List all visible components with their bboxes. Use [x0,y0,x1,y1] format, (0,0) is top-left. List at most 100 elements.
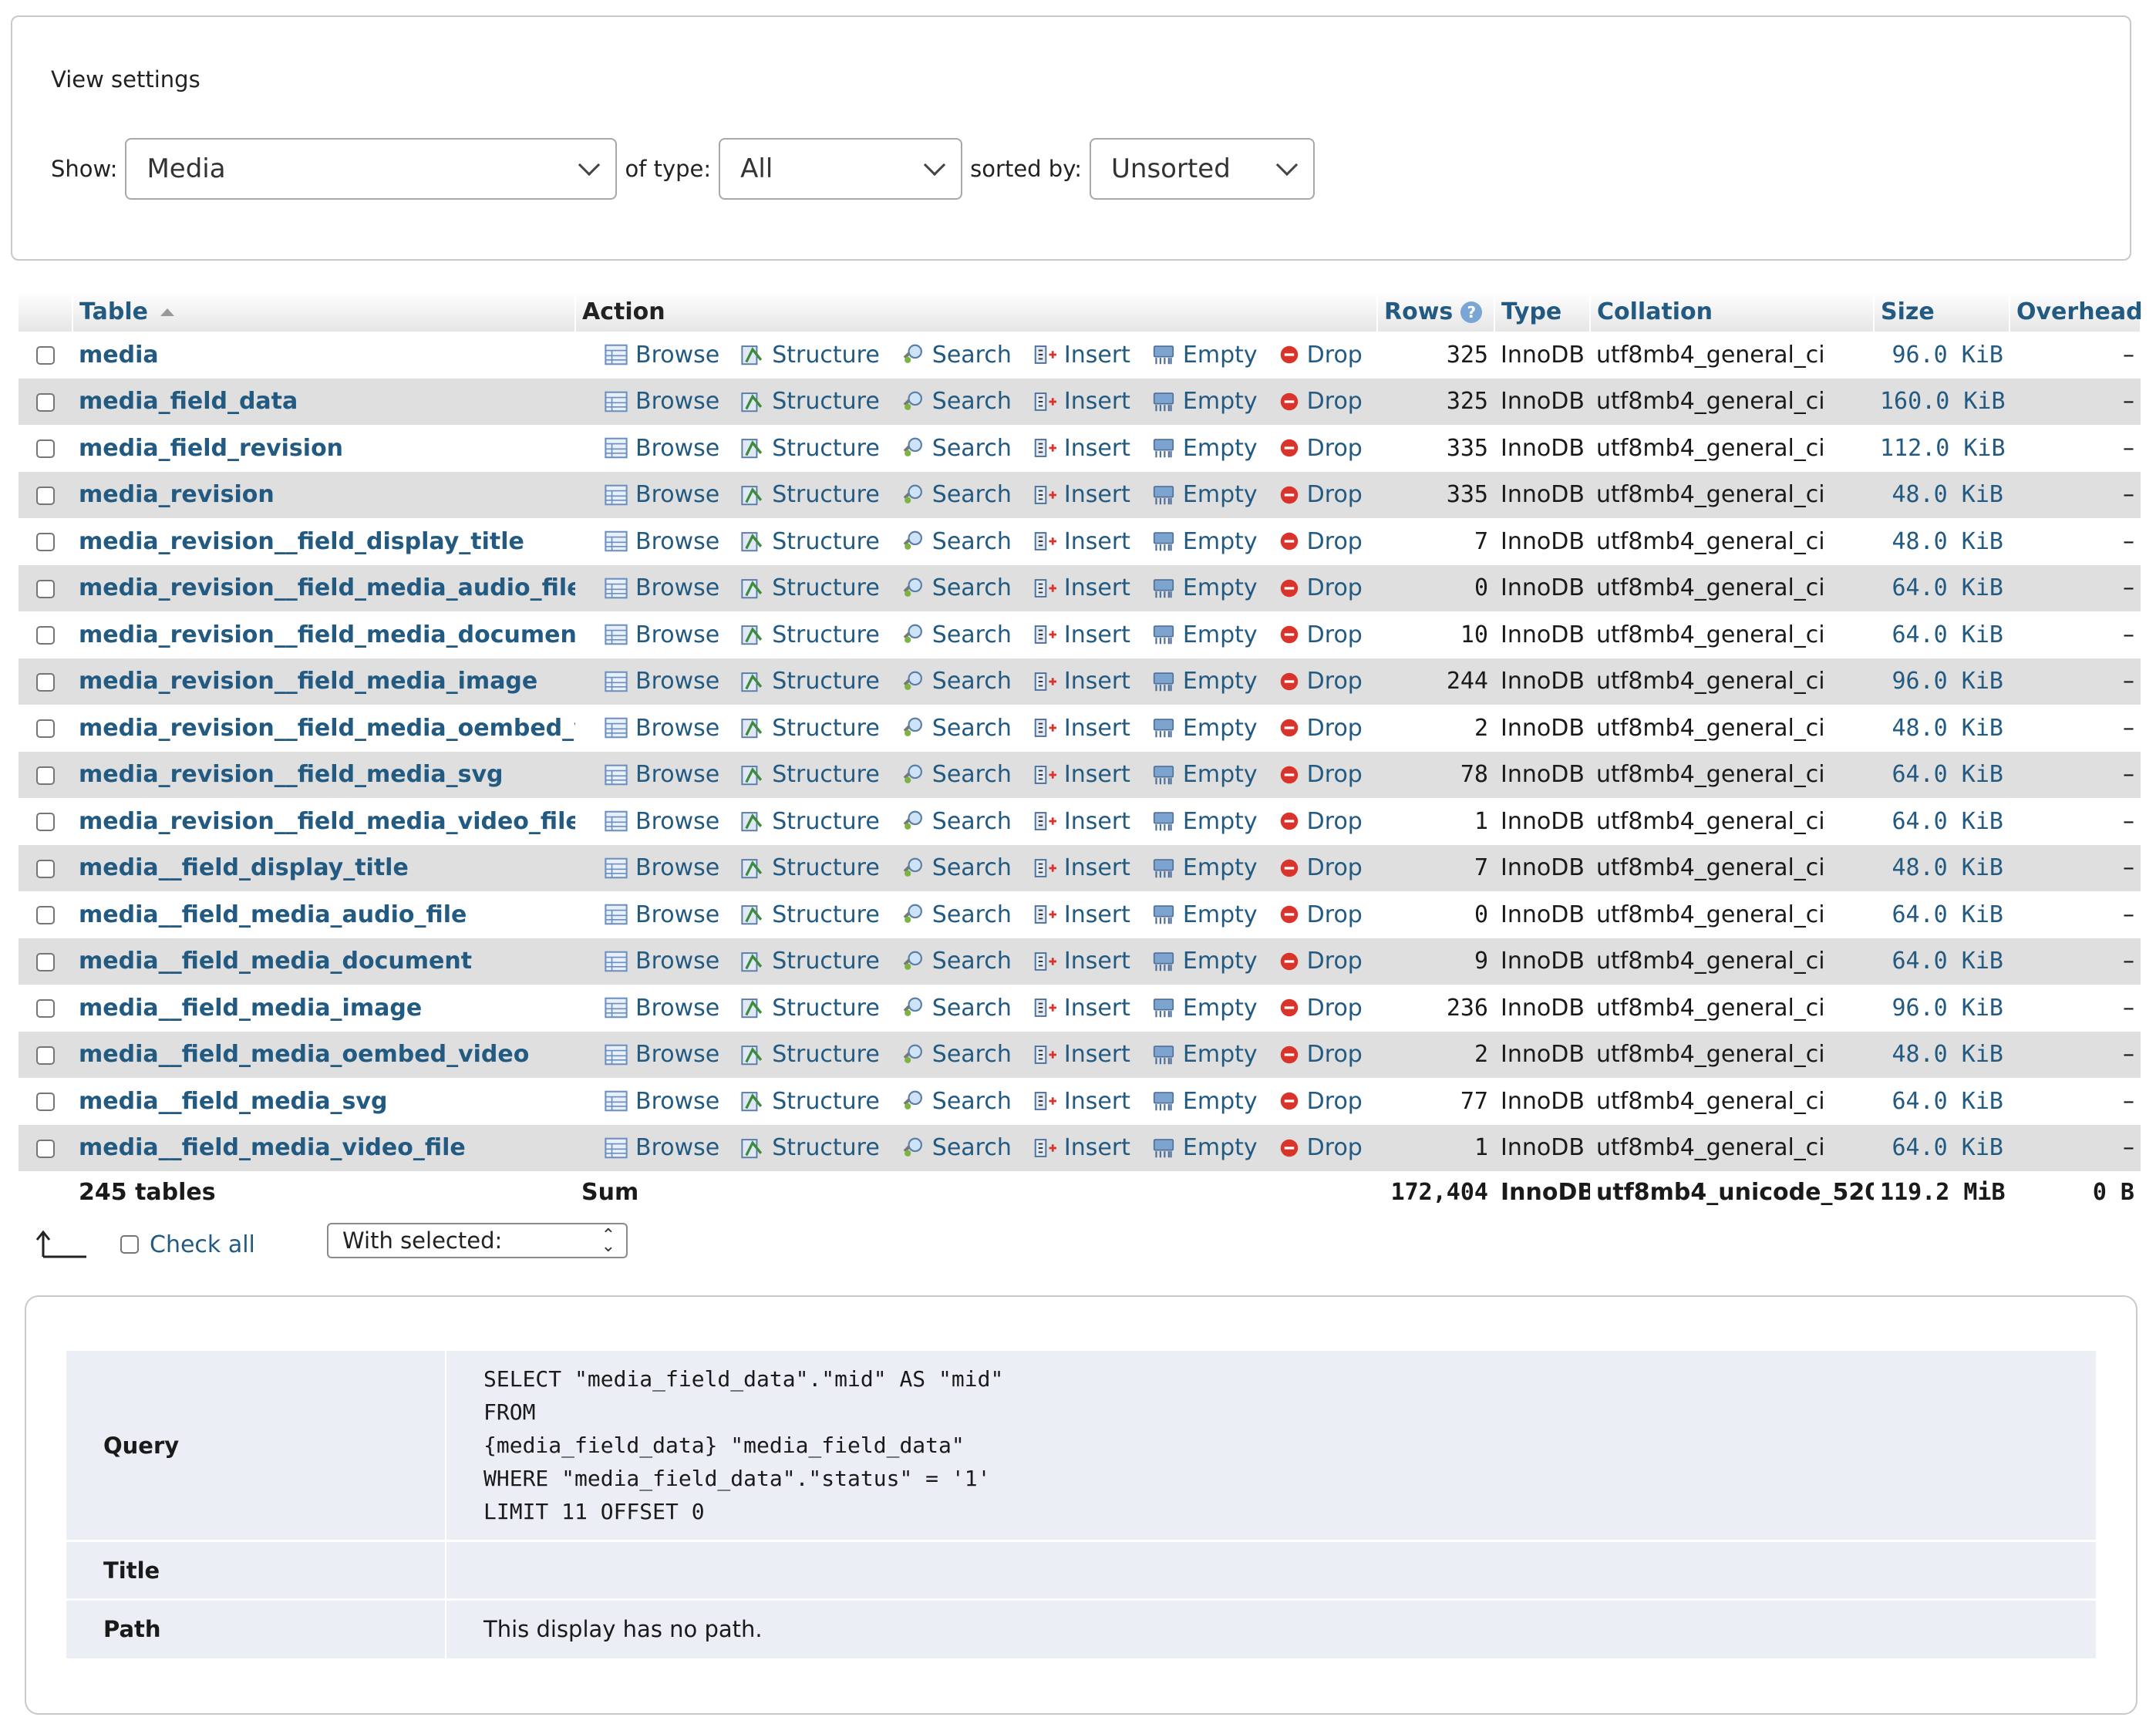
search-action[interactable]: Search [900,435,1012,462]
row-checkbox[interactable] [36,486,55,505]
table-name-link[interactable]: media_revision__field_media_image [79,668,537,695]
browse-action[interactable]: Browse [603,388,719,415]
with-selected-select[interactable]: With selected: ⌃ ⌄ [327,1223,628,1258]
browse-action[interactable]: Browse [603,995,719,1022]
insert-action[interactable]: Insert [1032,668,1130,695]
header-size[interactable]: Size [1874,291,2010,332]
row-checkbox[interactable] [36,392,55,412]
drop-action[interactable]: Drop [1278,668,1363,695]
drop-action[interactable]: Drop [1278,342,1363,369]
structure-action[interactable]: Structure [739,342,880,369]
empty-action[interactable]: Empty [1150,481,1258,508]
help-icon[interactable]: ? [1460,301,1483,323]
browse-action[interactable]: Browse [603,528,719,555]
empty-action[interactable]: Empty [1150,574,1258,601]
structure-action[interactable]: Structure [739,388,880,415]
search-action[interactable]: Search [900,668,1012,695]
insert-action[interactable]: Insert [1032,435,1130,462]
row-size[interactable]: 48.0 KiB [1874,1031,2009,1078]
row-checkbox[interactable] [36,813,55,832]
insert-action[interactable]: Insert [1032,761,1130,788]
table-name-link[interactable]: media__field_media_image [79,995,422,1022]
row-size[interactable]: 64.0 KiB [1874,751,2009,798]
structure-action[interactable]: Structure [739,668,880,695]
insert-action[interactable]: Insert [1032,1134,1130,1161]
search-action[interactable]: Search [900,528,1012,555]
empty-action[interactable]: Empty [1150,761,1258,788]
table-name-link[interactable]: media_field_data [79,388,298,415]
drop-action[interactable]: Drop [1278,528,1363,555]
insert-action[interactable]: Insert [1032,528,1130,555]
row-size[interactable]: 96.0 KiB [1874,332,2009,379]
row-size[interactable]: 48.0 KiB [1874,705,2009,752]
structure-action[interactable]: Structure [739,435,880,462]
search-action[interactable]: Search [900,1134,1012,1161]
insert-action[interactable]: Insert [1032,808,1130,835]
table-name-link[interactable]: media_field_revision [79,435,343,462]
table-name-link[interactable]: media_revision [79,481,275,508]
search-action[interactable]: Search [900,995,1012,1022]
drop-action[interactable]: Drop [1278,481,1363,508]
header-rows[interactable]: Rows? [1377,291,1495,332]
browse-action[interactable]: Browse [603,715,719,742]
structure-action[interactable]: Structure [739,1134,880,1161]
browse-action[interactable]: Browse [603,435,719,462]
insert-action[interactable]: Insert [1032,342,1130,369]
empty-action[interactable]: Empty [1150,948,1258,975]
row-checkbox[interactable] [36,533,55,552]
search-action[interactable]: Search [900,808,1012,835]
search-action[interactable]: Search [900,948,1012,975]
structure-action[interactable]: Structure [739,948,880,975]
drop-action[interactable]: Drop [1278,388,1363,415]
table-name-link[interactable]: media_revision__field_media_audio_file [79,574,575,601]
structure-action[interactable]: Structure [739,761,880,788]
row-size[interactable]: 64.0 KiB [1874,938,2009,985]
empty-action[interactable]: Empty [1150,1088,1258,1115]
drop-action[interactable]: Drop [1278,715,1363,742]
insert-action[interactable]: Insert [1032,1041,1130,1068]
browse-action[interactable]: Browse [603,901,719,928]
row-checkbox[interactable] [36,766,55,785]
table-name-link[interactable]: media__field_media_svg [79,1088,387,1115]
browse-action[interactable]: Browse [603,574,719,601]
row-checkbox[interactable] [36,439,55,459]
row-checkbox[interactable] [36,672,55,692]
drop-action[interactable]: Drop [1278,1088,1363,1115]
row-size[interactable]: 64.0 KiB [1874,891,2009,938]
structure-action[interactable]: Structure [739,715,880,742]
row-checkbox[interactable] [36,626,55,645]
browse-action[interactable]: Browse [603,948,719,975]
empty-action[interactable]: Empty [1150,901,1258,928]
insert-action[interactable]: Insert [1032,574,1130,601]
browse-action[interactable]: Browse [603,1041,719,1068]
row-size[interactable]: 64.0 KiB [1874,564,2009,611]
row-checkbox[interactable] [36,906,55,925]
drop-action[interactable]: Drop [1278,1041,1363,1068]
drop-action[interactable]: Drop [1278,435,1363,462]
check-all-checkbox[interactable] [120,1235,139,1254]
empty-action[interactable]: Empty [1150,854,1258,881]
structure-action[interactable]: Structure [739,1041,880,1068]
table-name-link[interactable]: media_revision__field_media_document [79,621,575,648]
insert-action[interactable]: Insert [1032,715,1130,742]
empty-action[interactable]: Empty [1150,715,1258,742]
row-checkbox[interactable] [36,952,55,971]
table-name-link[interactable]: media__field_media_video_file [79,1134,466,1161]
empty-action[interactable]: Empty [1150,808,1258,835]
browse-action[interactable]: Browse [603,481,719,508]
row-size[interactable]: 48.0 KiB [1874,844,2009,891]
search-action[interactable]: Search [900,901,1012,928]
search-action[interactable]: Search [900,761,1012,788]
browse-action[interactable]: Browse [603,342,719,369]
row-size[interactable]: 96.0 KiB [1874,985,2009,1032]
insert-action[interactable]: Insert [1032,854,1130,881]
insert-action[interactable]: Insert [1032,1088,1130,1115]
search-action[interactable]: Search [900,1088,1012,1115]
insert-action[interactable]: Insert [1032,481,1130,508]
browse-action[interactable]: Browse [603,668,719,695]
check-all-link[interactable]: Check all [150,1231,255,1258]
table-name-link[interactable]: media__field_display_title [79,854,409,881]
table-name-link[interactable]: media_revision__field_media_oembed_video [79,715,575,742]
header-collation[interactable]: Collation [1590,291,1875,332]
row-checkbox[interactable] [36,1046,55,1065]
